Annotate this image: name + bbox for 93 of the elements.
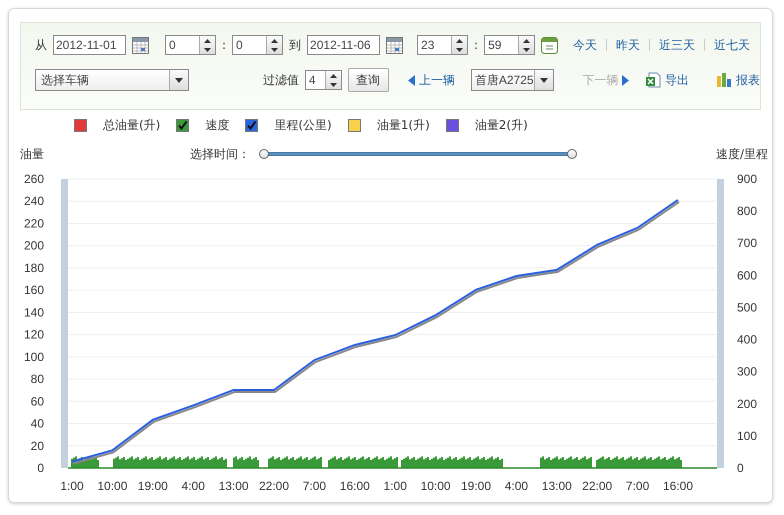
legend-checkbox[interactable] — [348, 118, 361, 132]
minute-field[interactable]: 0 — [232, 35, 284, 55]
legend-label: 油量1(升) — [376, 116, 430, 134]
axis-tick-label: 40 — [30, 416, 44, 431]
slider-handle[interactable] — [567, 149, 577, 159]
axis-tick-label: 7:00 — [626, 479, 650, 490]
spin-buttons[interactable] — [451, 36, 468, 54]
legend-checkbox[interactable] — [176, 118, 190, 132]
export-link[interactable]: 导出 — [645, 72, 690, 88]
calendar-icon[interactable] — [132, 36, 149, 54]
report-link[interactable]: 报表 — [716, 72, 760, 88]
axis-tick-label: 200 — [737, 396, 758, 411]
legend-label: 里程(公里) — [274, 116, 332, 134]
left-triangle-icon — [408, 74, 416, 86]
calendar-icon[interactable] — [541, 36, 558, 54]
axis-tick-label: 300 — [737, 364, 758, 379]
hour-field[interactable]: 0 — [165, 35, 216, 55]
axis-tick-label: 4:00 — [182, 479, 205, 490]
legend-checkbox[interactable] — [446, 118, 459, 132]
axis-tick-label: 1:00 — [60, 479, 84, 490]
legend-label: 油量2(升) — [474, 116, 528, 134]
date-field[interactable]: 2012-11-01 — [53, 35, 126, 55]
time-separator: : — [222, 38, 226, 52]
dropdown-button[interactable] — [169, 70, 188, 90]
dropdown-button[interactable] — [534, 70, 553, 90]
axis-tick-label: 180 — [24, 260, 44, 275]
filter-field[interactable]: 4 — [304, 70, 342, 90]
bar-chart-icon — [716, 72, 732, 88]
legend-label: 速度 — [205, 116, 230, 134]
slider-handle[interactable] — [259, 149, 269, 159]
date-range-link[interactable]: 近三天 — [649, 39, 704, 51]
axis-tick-label: 120 — [24, 328, 44, 342]
date-field[interactable]: 2012-11-06 — [307, 35, 380, 55]
axis-tick-label: 140 — [24, 305, 44, 320]
axis-tick-label: 700 — [737, 236, 758, 250]
axis-tick-label: 19:00 — [460, 479, 492, 490]
axis-tick-label: 260 — [24, 172, 44, 186]
axis-tick-label: 13:00 — [542, 479, 572, 490]
axis-tick-label: 400 — [737, 332, 758, 347]
prev-vehicle-link[interactable]: 上一辆 — [408, 72, 456, 88]
axis-tick-label: 800 — [737, 204, 758, 218]
slider-label: 选择时间： — [190, 146, 250, 162]
axis-tick-label: 80 — [30, 372, 44, 386]
vehicle-select[interactable]: 选择车辆 — [35, 69, 190, 91]
axis-tick-label: 0 — [737, 461, 744, 475]
caret-icon — [175, 78, 184, 82]
from-label: 从 — [35, 36, 47, 54]
axis-tick-label: 10:00 — [420, 479, 451, 490]
legend-label: 总油量(升) — [103, 116, 160, 134]
axis-tick-label: 240 — [24, 194, 44, 208]
axis-tick-label: 200 — [24, 238, 44, 253]
caret-icon — [540, 78, 548, 82]
axis-tick-label: 60 — [30, 394, 44, 408]
date-range-link[interactable]: 近七天 — [704, 39, 760, 51]
axis-title: 速度/里程 — [716, 146, 768, 162]
spreadsheet-icon — [645, 72, 662, 88]
axis-tick-label: 100 — [737, 428, 758, 443]
axis-tick-label: 500 — [737, 300, 758, 314]
to-label: 到 — [289, 36, 302, 54]
axis-tick-label: 220 — [24, 216, 44, 230]
axis-tick-label: 600 — [737, 268, 758, 282]
axis-tick-label: 20 — [30, 438, 44, 453]
axis-tick-label: 13:00 — [218, 479, 249, 490]
axis-tick-label: 1:00 — [384, 479, 407, 490]
query-button[interactable]: 查询 — [348, 68, 389, 92]
axis-tick-label: 100 — [24, 350, 44, 364]
axis-tick-label: 16:00 — [340, 479, 370, 490]
axis-tick-label: 22:00 — [582, 479, 612, 490]
plate-select[interactable]: 首唐A2725 — [470, 69, 554, 91]
axis-tick-label: 4:00 — [504, 479, 528, 490]
calendar-icon[interactable] — [386, 36, 404, 54]
axis-title: 油量 — [20, 146, 44, 160]
spin-buttons[interactable] — [324, 71, 341, 89]
filter-label: 过滤值 — [262, 72, 299, 88]
axis-tick-label: 19:00 — [138, 479, 168, 490]
date-range-link[interactable]: 今天 — [564, 39, 606, 51]
time-separator: : — [474, 38, 478, 52]
right-triangle-icon — [622, 74, 630, 86]
spin-buttons[interactable] — [199, 36, 215, 54]
spin-buttons[interactable] — [518, 36, 534, 54]
axis-tick-label: 16:00 — [662, 479, 694, 490]
legend-checkbox[interactable] — [74, 118, 87, 132]
minute-field[interactable]: 59 — [484, 35, 536, 55]
axis-tick-label: 160 — [24, 283, 44, 298]
hour-field[interactable]: 23 — [417, 35, 468, 55]
axis-tick-label: 900 — [737, 172, 758, 186]
axis-tick-label: 7:00 — [302, 479, 326, 490]
axis-tick-label: 10:00 — [97, 479, 128, 490]
axis-tick-label: 22:00 — [258, 479, 290, 490]
legend-checkbox[interactable] — [245, 118, 258, 132]
date-range-link[interactable]: 昨天 — [606, 39, 650, 51]
axis-tick-label: 0 — [37, 461, 44, 475]
spin-buttons[interactable] — [266, 36, 282, 54]
